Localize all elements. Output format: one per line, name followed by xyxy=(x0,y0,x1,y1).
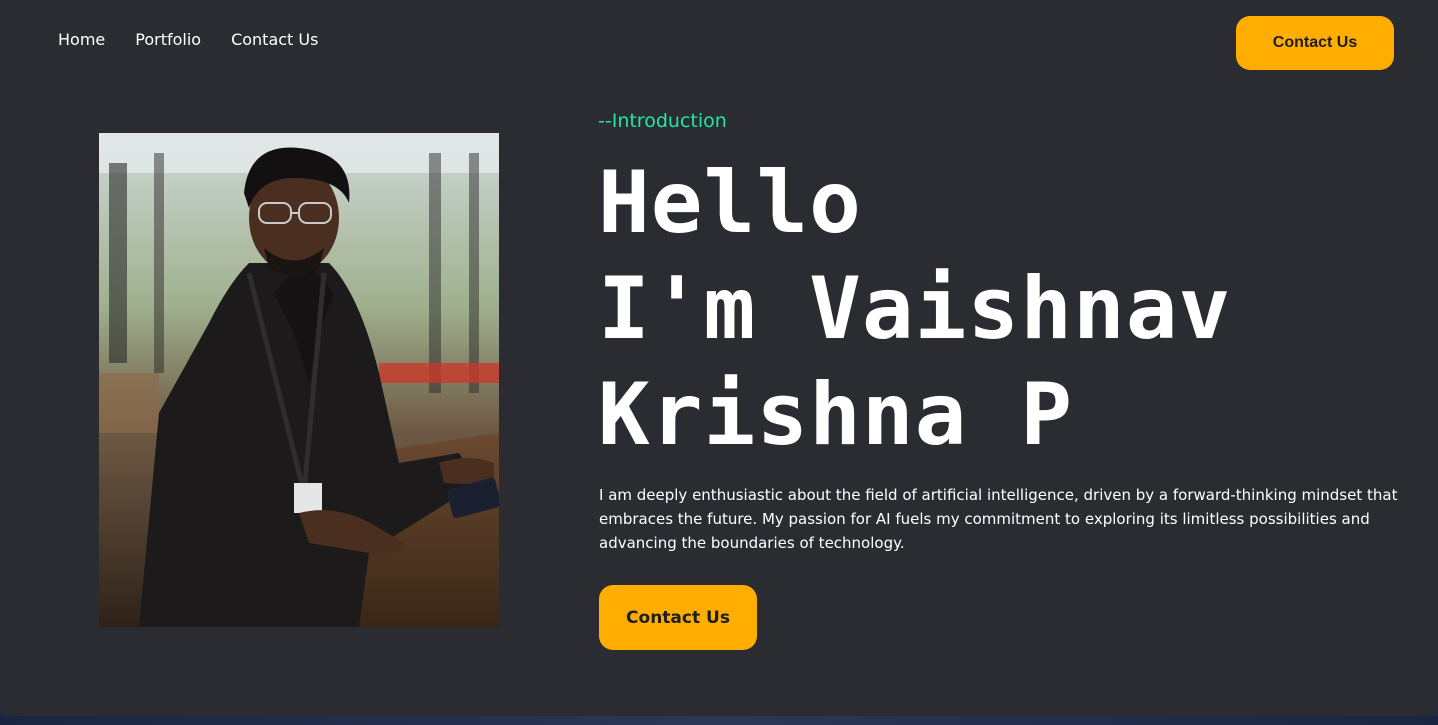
hero-headline: Hello I'm Vaishnav Krishna P xyxy=(598,150,1231,468)
hero-description: I am deeply enthusiastic about the field… xyxy=(599,486,1398,552)
os-taskbar-strip xyxy=(0,716,1438,725)
nav-portfolio[interactable]: Portfolio xyxy=(135,30,201,49)
header-contact-button[interactable]: Contact Us xyxy=(1236,16,1394,70)
main-nav: Home Portfolio Contact Us xyxy=(58,30,318,49)
hero-contact-button[interactable]: Contact Us xyxy=(599,585,757,650)
headline-line-3: Krishna P xyxy=(598,365,1073,465)
profile-photo-illustration xyxy=(99,133,499,627)
nav-home[interactable]: Home xyxy=(58,30,105,49)
headline-line-1: Hello xyxy=(598,153,862,253)
intro-label: --Introduction xyxy=(598,110,727,132)
headline-line-2: I'm Vaishnav xyxy=(598,259,1232,359)
profile-photo xyxy=(99,133,499,627)
browser-page: Home Portfolio Contact Us Contact Us --I… xyxy=(0,0,1438,716)
nav-contact-us[interactable]: Contact Us xyxy=(231,30,318,49)
